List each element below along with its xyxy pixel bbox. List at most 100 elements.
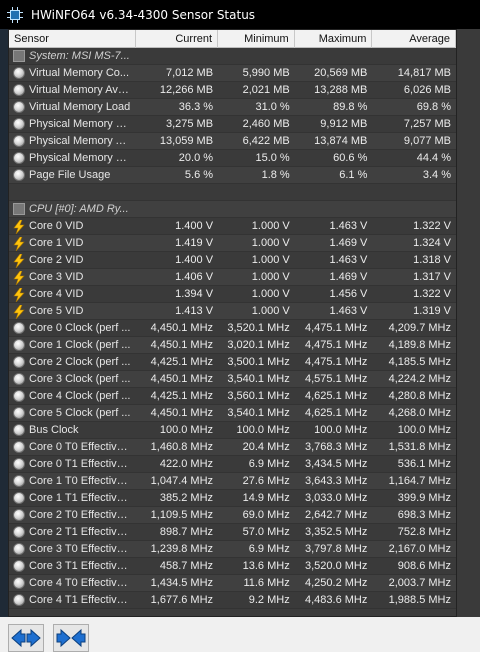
sensor-row[interactable]: Core 5 Clock (perf ... 4,450.1 MHz 3,540.1…	[9, 405, 456, 422]
sensor-row[interactable]: Core 0 VID 1.400 V 1.000 V 1.463 V 1.322 V	[9, 218, 456, 235]
sensor-row[interactable]: Physical Memory U... 3,275 MB 2,460 MB 9,91…	[9, 116, 456, 133]
next-sensor-button[interactable]	[53, 624, 89, 652]
maximum-value: 4,575.1 MHz	[305, 372, 368, 385]
sensor-label: Core 2 T1 Effective...	[29, 525, 132, 538]
sensor-row[interactable]: Core 5 VID 1.413 V 1.000 V 1.463 V 1.319 V	[9, 303, 456, 320]
sensor-row[interactable]: Bus Clock 100.0 MHz 100.0 MHz 100.0 MHz 100.…	[9, 422, 456, 439]
minimum-value: 15.0 %	[255, 151, 290, 164]
sensor-name-cell: Core 0 VID	[9, 218, 136, 235]
average-value: 3.4 %	[422, 168, 451, 181]
sensor-row[interactable]: Core 2 VID 1.400 V 1.000 V 1.463 V 1.318 V	[9, 252, 456, 269]
maximum-value: 4,250.2 MHz	[305, 576, 368, 589]
sensor-row[interactable]: Core 1 T0 Effective... 1,047.4 MHz 27.6 MH…	[9, 473, 456, 490]
sensor-group-row[interactable]: CPU [#0]: AMD Ry...	[9, 201, 456, 218]
minimum-value	[218, 201, 295, 218]
gauge-icon	[13, 356, 25, 368]
maximum-value: 1.463 V	[329, 304, 368, 317]
chip-icon	[13, 50, 25, 62]
sensor-row[interactable]: Physical Memory Load 20.0 % 15.0 % 60.6 % 44…	[9, 150, 456, 167]
sensor-label: Core 4 Clock (perf ...	[29, 389, 131, 402]
column-header-average[interactable]: Average	[372, 30, 456, 48]
maximum-value: 9,912 MB	[320, 117, 368, 130]
maximum-value: 4,475.1 MHz	[305, 355, 368, 368]
sensor-label: Core 1 Clock (perf ...	[29, 338, 131, 351]
minimum-value: 14.9 MHz	[242, 491, 290, 504]
sensor-row[interactable]: Virtual Memory Ava... 12,266 MB 2,021 MB 13…	[9, 82, 456, 99]
sensor-row[interactable]: Core 3 VID 1.406 V 1.000 V 1.469 V 1.317 V	[9, 269, 456, 286]
sensor-row[interactable]: Core 4 T0 Effective... 1,434.5 MHz 11.6 MH…	[9, 575, 456, 592]
current-value: 1,239.8 MHz	[150, 542, 214, 555]
sensor-name-cell: Core 5 Clock (perf ...	[9, 405, 136, 422]
column-header-current[interactable]: Current	[136, 30, 219, 48]
sensor-row[interactable]: Core 1 Clock (perf ... 4,450.1 MHz 3,020.1…	[9, 337, 456, 354]
sensor-row[interactable]: Core 4 VID 1.394 V 1.000 V 1.456 V 1.322 V	[9, 286, 456, 303]
sensor-label: Physical Memory U...	[29, 117, 132, 130]
maximum-value: 2,642.7 MHz	[305, 508, 368, 521]
gauge-icon	[13, 322, 25, 334]
prev-sensor-button[interactable]	[8, 624, 44, 652]
sensor-row[interactable]: Core 0 Clock (perf ... 4,450.1 MHz 3,520.1…	[9, 320, 456, 337]
sensor-table[interactable]: Sensor Current Minimum Maximum Average S…	[8, 29, 457, 617]
sensor-label: Page File Usage	[29, 168, 111, 181]
average-value: 4,189.8 MHz	[388, 338, 451, 351]
column-header-minimum[interactable]: Minimum	[218, 30, 295, 48]
sensor-name-cell: Core 0 T0 Effective...	[9, 439, 136, 456]
maximum-value: 1.469 V	[329, 270, 368, 283]
sensor-name-cell	[9, 184, 136, 201]
sensor-row[interactable]: Core 2 Clock (perf ... 4,425.1 MHz 3,500.1…	[9, 354, 456, 371]
average-value: 698.3 MHz	[397, 508, 451, 521]
sensor-row[interactable]: Core 3 T1 Effective... 458.7 MHz 13.6 MHz 3…	[9, 558, 456, 575]
sensor-row[interactable]: Virtual Memory Load 36.3 % 31.0 % 89.8 % 69.…	[9, 99, 456, 116]
current-value: 4,450.1 MHz	[150, 372, 214, 385]
average-value: 1.322 V	[413, 219, 451, 232]
sensor-row[interactable]: Core 0 T0 Effective... 1,460.8 MHz 20.4 MH…	[9, 439, 456, 456]
minimum-value	[218, 184, 295, 201]
sensor-label: Core 1 T1 Effective...	[29, 491, 132, 504]
average-value: 399.9 MHz	[397, 491, 451, 504]
maximum-value: 13,288 MB	[314, 83, 368, 96]
sensor-name-cell: Core 2 Clock (perf ...	[9, 354, 136, 371]
sensor-group-row[interactable]: System: MSI MS-7...	[9, 48, 456, 65]
sensor-row[interactable]: Physical Memory A... 13,059 MB 6,422 MB 13,…	[9, 133, 456, 150]
average-value: 1.318 V	[413, 253, 451, 266]
average-value: 4,224.2 MHz	[388, 372, 451, 385]
minimum-value: 6.9 MHz	[248, 542, 290, 555]
maximum-value: 4,483.6 MHz	[305, 593, 368, 606]
column-header-sensor[interactable]: Sensor	[9, 30, 137, 48]
sensor-name-cell: Core 2 T0 Effective...	[9, 507, 136, 524]
sensor-name-cell: Physical Memory U...	[9, 116, 136, 133]
sensor-name-cell: Core 4 T1 Effective...	[9, 592, 136, 609]
current-value: 5.6 %	[184, 168, 214, 181]
maximum-value: 100.0 MHz	[314, 423, 368, 436]
sensor-row[interactable]: Core 4 T1 Effective... 1,677.6 MHz 9.2 MHz…	[9, 592, 456, 609]
maximum-value: 4,475.1 MHz	[305, 321, 368, 334]
maximum-value: 3,797.8 MHz	[305, 542, 368, 555]
sensor-row[interactable]: Core 2 T1 Effective... 898.7 MHz 57.0 MHz 3…	[9, 524, 456, 541]
sensor-name-cell: Core 4 VID	[9, 286, 136, 303]
sensor-row[interactable]: Core 3 T0 Effective... 1,239.8 MHz 6.9 MHz…	[9, 541, 456, 558]
sensor-row[interactable]: Core 0 T1 Effective... 422.0 MHz 6.9 MHz 3,…	[9, 456, 456, 473]
sensor-row[interactable]: Core 1 VID 1.419 V 1.000 V 1.469 V 1.324 V	[9, 235, 456, 252]
sensor-name-cell: Page File Usage	[9, 167, 136, 184]
sensor-label: Virtual Memory Ava...	[29, 83, 132, 96]
sensor-row[interactable]: Core 4 Clock (perf ... 4,425.1 MHz 3,560.1…	[9, 388, 456, 405]
gauge-icon	[13, 135, 25, 147]
sensor-name-cell: System: MSI MS-7...	[9, 48, 136, 65]
minimum-value: 3,540.1 MHz	[227, 406, 290, 419]
minimum-value: 3,020.1 MHz	[227, 338, 290, 351]
current-value: 36.3 %	[178, 100, 214, 113]
sensor-name-cell: Core 1 T0 Effective...	[9, 473, 136, 490]
sensor-name-cell: Core 3 Clock (perf ...	[9, 371, 136, 388]
current-value: 3,275 MB	[165, 117, 214, 130]
sensor-label: Bus Clock	[29, 423, 79, 436]
sensor-name-cell: Core 1 Clock (perf ...	[9, 337, 136, 354]
column-header-maximum[interactable]: Maximum	[295, 30, 373, 48]
sensor-row[interactable]: Core 1 T1 Effective... 385.2 MHz 14.9 MHz 3…	[9, 490, 456, 507]
sensor-row[interactable]: Core 2 T0 Effective... 1,109.5 MHz 69.0 MH…	[9, 507, 456, 524]
minimum-value: 69.0 MHz	[242, 508, 290, 521]
minimum-value: 3,560.1 MHz	[227, 389, 290, 402]
sensor-row[interactable]: Core 3 Clock (perf ... 4,450.1 MHz 3,540.1…	[9, 371, 456, 388]
average-value: 4,209.7 MHz	[388, 321, 451, 334]
sensor-row[interactable]: Virtual Memory Co... 7,012 MB 5,990 MB 20,5…	[9, 65, 456, 82]
sensor-row[interactable]: Page File Usage 5.6 % 1.8 % 6.1 % 3.4 %	[9, 167, 456, 184]
